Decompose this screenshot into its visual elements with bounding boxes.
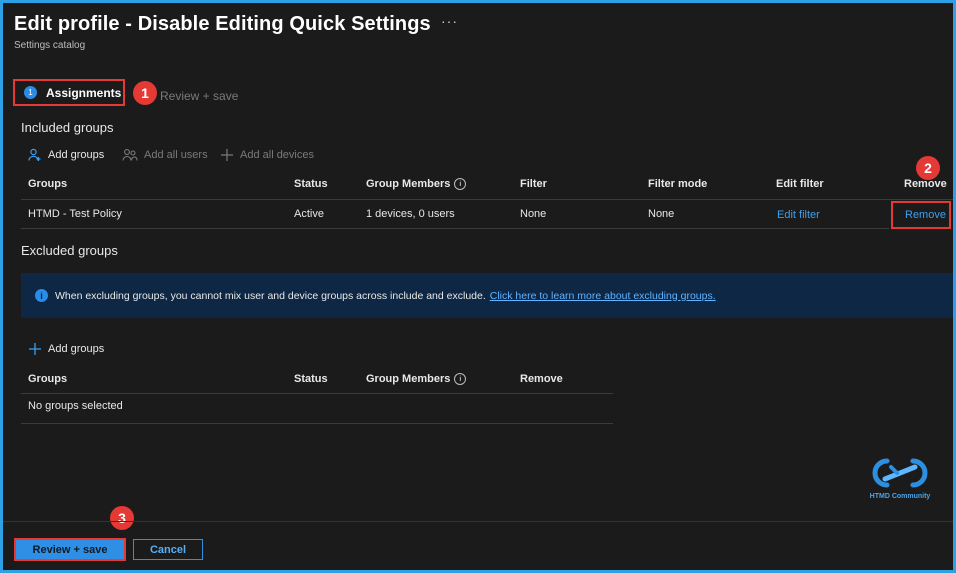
htmd-logo-icon [872,458,928,488]
col-remove: Remove [904,178,947,190]
add-excluded-groups-label: Add groups [48,343,105,355]
add-groups-button[interactable]: Add groups [28,148,104,162]
banner-learn-more-link[interactable]: Click here to learn more about excluding… [490,290,716,302]
included-groups-heading: Included groups [21,120,114,135]
tab-review-save[interactable]: Review + save [160,89,238,103]
col-group-members-label: Group Members [366,178,451,190]
excluded-row-divider [21,423,613,424]
add-all-devices-label: Add all devices [240,149,314,161]
info-icon[interactable]: i [454,178,467,191]
excluded-col-group-members-label: Group Members [366,373,451,385]
cancel-button[interactable]: Cancel [133,539,203,560]
tab-assignments[interactable]: 1 Assignments [13,79,125,106]
step-number-icon: 1 [24,86,37,99]
excluded-groups-heading: Excluded groups [21,243,118,258]
empty-state-text: No groups selected [28,400,123,412]
page-title: Edit profile - Disable Editing Quick Set… [14,13,431,35]
excluded-col-remove: Remove [520,373,563,385]
excluded-col-group-members: Group Members i [366,373,467,386]
col-filter-mode: Filter mode [648,178,708,190]
row-group-name: HTMD - Test Policy [28,208,122,220]
col-groups: Groups [28,178,68,190]
add-user-icon [28,148,42,162]
col-status: Status [294,178,328,190]
info-banner: i When excluding groups, you cannot mix … [21,273,953,318]
add-excluded-groups-button[interactable]: Add groups [28,342,104,356]
col-filter: Filter [520,178,547,190]
add-all-users-label: Add all users [144,149,208,161]
plus-icon [220,148,234,162]
add-all-users-button[interactable]: Add all users [122,148,208,162]
col-edit-filter: Edit filter [776,178,824,190]
more-options-button[interactable]: ··· [441,13,458,29]
add-all-devices-button[interactable]: Add all devices [220,148,314,162]
row-members: 1 devices, 0 users [366,208,455,220]
table-row-divider [21,228,889,229]
plus-icon [28,342,42,356]
app-window: Edit profile - Disable Editing Quick Set… [0,0,956,573]
info-icon: i [35,289,48,302]
annotation-badge-3: 3 [110,506,134,530]
review-save-button[interactable]: Review + save [14,538,126,561]
row-filter-mode: None [648,208,675,220]
annotation-badge-2: 2 [916,156,940,180]
tab-assignments-label: Assignments [46,85,122,100]
excluded-col-status: Status [294,373,328,385]
col-group-members: Group Members i [366,178,467,191]
users-icon [122,148,138,162]
banner-text: When excluding groups, you cannot mix us… [55,289,486,302]
add-groups-label: Add groups [48,149,105,161]
annotation-badge-1: 1 [133,81,157,105]
excluded-col-groups: Groups [28,373,68,385]
edit-filter-link[interactable]: Edit filter [777,209,820,221]
page-subtitle: Settings catalog [14,40,86,51]
htmd-community-logo: HTMD Community [865,455,935,507]
row-status: Active [294,208,324,220]
excluded-header-divider [21,393,613,394]
remove-highlight-box [891,201,951,229]
info-icon[interactable]: i [454,373,467,386]
logo-text: HTMD Community [869,493,931,500]
table-header-divider [21,199,953,200]
footer-divider [3,521,953,522]
row-filter: None [520,208,547,220]
